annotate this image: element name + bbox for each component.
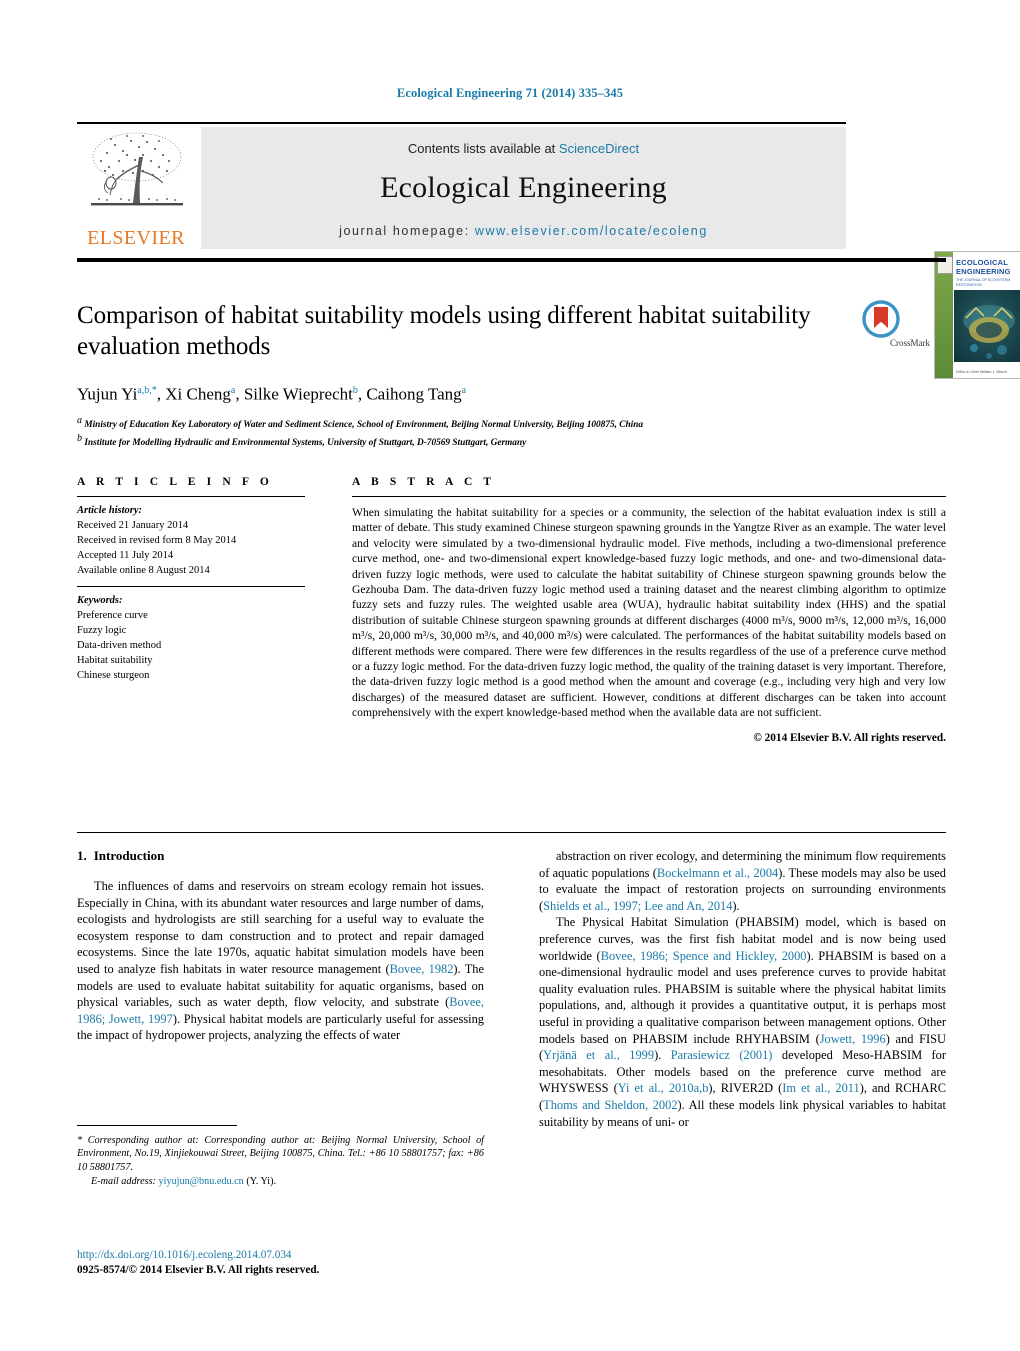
elsevier-tree-icon: [91, 132, 183, 206]
keyword-item: Fuzzy logic: [77, 625, 127, 636]
cover-footer: Editor-in-Chief William J. Mitsch: [956, 370, 1007, 375]
affiliation-b-text: Institute for Modelling Hydraulic and En…: [84, 437, 527, 448]
elsevier-logo: ELSEVIER: [77, 127, 195, 251]
history-item: Received 21 January 2014: [77, 520, 189, 531]
affiliation-a: a Ministry of Education Key Laboratory o…: [77, 414, 644, 430]
paragraph: The Physical Habitat Simulation (PHABSIM…: [539, 915, 946, 1129]
email-link[interactable]: yiyujun@bnu.edu.cn: [159, 1176, 244, 1187]
section-heading-introduction: 1. Introduction: [77, 848, 484, 864]
corresponding-author-text: * Corresponding author at: Corresponding…: [77, 1135, 484, 1173]
keywords-heading: Keywords:: [77, 595, 123, 606]
email-label: E-mail address:: [91, 1176, 156, 1188]
contents-available-line: Contents lists available at ScienceDirec…: [201, 141, 846, 156]
body-column-right: abstraction on river ecology, and determ…: [539, 848, 946, 1130]
cover-title: ECOLOGICAL ENGINEERING: [956, 258, 1011, 276]
email-suffix: (Y. Yi).: [246, 1176, 277, 1188]
homepage-prefix: journal homepage:: [339, 224, 475, 238]
journal-homepage-link[interactable]: www.elsevier.com/locate/ecoleng: [475, 224, 708, 238]
running-head: Ecological Engineering 71 (2014) 335–345: [396, 86, 624, 100]
cover-artwork: [954, 290, 1020, 362]
banner-top-rule: [77, 122, 846, 124]
keyword-item: Habitat suitability: [77, 655, 153, 666]
paper-page: Ecological Engineering 71 (2014) 335–345: [0, 0, 1020, 1351]
crossmark-badge[interactable]: CrossMark: [862, 300, 958, 354]
keywords-block: Keywords: Preference curve Fuzzy logic D…: [77, 593, 305, 683]
keyword-item: Preference curve: [77, 610, 148, 621]
cover-subtitle: THE JOURNAL OF ECOSYSTEM RESTORATION: [956, 278, 1011, 287]
paragraph: abstraction on river ecology, and determ…: [539, 849, 946, 913]
affiliation-list: a Ministry of Education Key Laboratory o…: [77, 414, 837, 450]
affiliation-b: b Institute for Modelling Hydraulic and …: [77, 432, 527, 448]
footnote-rule: [77, 1125, 237, 1126]
elsevier-wordmark: ELSEVIER: [87, 227, 185, 249]
journal-title: Ecological Engineering: [380, 171, 667, 204]
keywords-rule: [77, 586, 305, 587]
keyword-item: Data-driven method: [77, 640, 162, 651]
abstract-copyright: © 2014 Elsevier B.V. All rights reserved…: [753, 731, 946, 744]
banner-center: Contents lists available at ScienceDirec…: [201, 127, 846, 249]
abstract-text: When simulating the habitat suitability …: [352, 506, 946, 720]
article-info-heading: A R T I C L E I N F O: [77, 476, 273, 488]
abstract-column: A B S T R A C T When simulating the habi…: [352, 476, 946, 744]
journal-banner: ELSEVIER Contents lists available at Sci…: [77, 127, 1020, 379]
abstract-rule: [352, 496, 946, 497]
article-info-rule: [77, 496, 305, 497]
article-info-column: A R T I C L E I N F O Article history: R…: [77, 476, 305, 683]
keyword-item: Chinese sturgeon: [77, 670, 150, 681]
author-list: Yujun Yia,b,*, Xi Chenga, Silke Wieprech…: [77, 384, 467, 404]
crossmark-label: CrossMark: [890, 338, 930, 348]
history-item: Accepted 11 July 2014: [77, 550, 174, 561]
history-item: Available online 8 August 2014: [77, 565, 210, 576]
body-column-left: 1. Introduction The influences of dams an…: [77, 848, 484, 1044]
section-number: 1.: [77, 848, 87, 863]
affiliation-a-text: Ministry of Education Key Laboratory of …: [84, 419, 644, 430]
footer-doi-block: http://dx.doi.org/10.1016/j.ecoleng.2014…: [77, 1248, 577, 1277]
article-history-heading: Article history:: [77, 505, 143, 516]
article-history-block: Article history: Received 21 January 201…: [77, 503, 305, 578]
sciencedirect-link[interactable]: ScienceDirect: [559, 141, 639, 156]
title-block: Comparison of habitat suitability models…: [77, 300, 837, 450]
doi-link[interactable]: http://dx.doi.org/10.1016/j.ecoleng.2014…: [77, 1248, 577, 1263]
crossmark-icon: [862, 300, 900, 338]
email-line: E-mail address: yiyujun@bnu.edu.cn (Y. Y…: [77, 1175, 484, 1188]
section-title-text: Introduction: [93, 848, 165, 863]
banner-bottom-rule: [77, 258, 946, 262]
cover-art-illustration: [963, 305, 1015, 359]
body-separator-rule: [77, 832, 946, 833]
corresponding-author-footnote: * Corresponding author at: Corresponding…: [77, 1134, 484, 1189]
contents-prefix: Contents lists available at: [407, 141, 559, 156]
journal-homepage-line: journal homepage: www.elsevier.com/locat…: [201, 224, 846, 238]
paragraph: The influences of dams and reservoirs on…: [77, 879, 484, 1043]
issn-copyright-line: 0925-8574/© 2014 Elsevier B.V. All right…: [77, 1263, 320, 1276]
page-title: Comparison of habitat suitability models…: [77, 302, 811, 360]
history-item: Received in revised form 8 May 2014: [77, 535, 237, 546]
abstract-heading: A B S T R A C T: [352, 476, 496, 488]
